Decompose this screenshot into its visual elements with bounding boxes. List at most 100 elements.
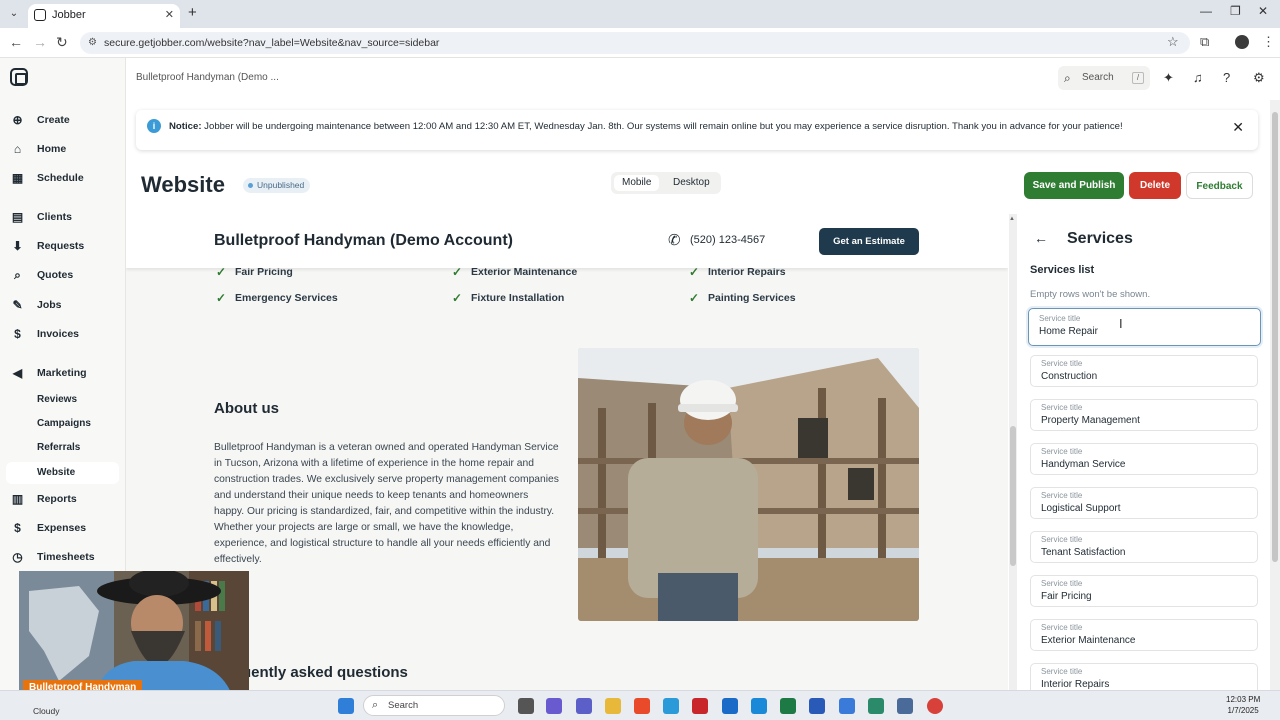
profile-avatar[interactable] bbox=[1235, 35, 1249, 49]
mobile-view-button[interactable]: Mobile bbox=[614, 175, 660, 191]
preview-scrollbar[interactable]: ▲ bbox=[1009, 214, 1017, 690]
service-title-field[interactable]: Service title Property Management bbox=[1030, 399, 1258, 431]
sidebar-item-reports[interactable]: ▥ Reports bbox=[0, 487, 124, 511]
sidebar-item-marketing[interactable]: ◀ Marketing bbox=[0, 361, 124, 385]
service-item: Fixture Installation bbox=[450, 291, 564, 305]
service-title-field[interactable]: Service title Logistical Support bbox=[1030, 487, 1258, 519]
service-title-field[interactable]: Service title Exterior Maintenance bbox=[1030, 619, 1258, 651]
save-publish-button[interactable]: Save and Publish bbox=[1024, 172, 1124, 199]
task-view-icon[interactable] bbox=[518, 698, 534, 714]
field-label: Service title bbox=[1039, 314, 1081, 323]
service-title-field[interactable]: Service title Home Repair bbox=[1028, 308, 1261, 346]
delete-button[interactable]: Delete bbox=[1129, 172, 1181, 199]
copilot-icon[interactable] bbox=[546, 698, 562, 714]
system-clock[interactable]: 12:03 PM 1/7/2025 bbox=[1226, 694, 1260, 716]
sidebar-item-home[interactable]: ⌂ Home bbox=[0, 137, 124, 161]
taskbar-search[interactable]: ⌕ Search bbox=[363, 695, 505, 716]
preview-phone: ✆ (520) 123-4567 bbox=[668, 232, 765, 249]
reload-icon[interactable]: ↻ bbox=[56, 34, 68, 51]
scroll-up-icon[interactable]: ▲ bbox=[1009, 216, 1015, 222]
minimize-icon[interactable]: — bbox=[1200, 4, 1212, 18]
help-icon[interactable]: ? bbox=[1223, 70, 1230, 85]
search-placeholder: Search bbox=[1082, 72, 1114, 83]
sidebar-subitem-website[interactable]: Website bbox=[6, 462, 119, 484]
sidebar-subitem-referrals[interactable]: Referrals bbox=[6, 437, 119, 459]
weather-label[interactable]: Cloudy bbox=[33, 706, 59, 716]
close-icon[interactable]: ✕ bbox=[1232, 110, 1244, 144]
clock-icon: ◷ bbox=[12, 550, 23, 564]
expenses-icon: $ bbox=[14, 521, 21, 535]
field-value: Handyman Service bbox=[1041, 459, 1126, 470]
bookmark-star-icon[interactable]: ☆ bbox=[1167, 34, 1179, 50]
sidebar-subitem-reviews[interactable]: Reviews bbox=[6, 389, 119, 411]
word-icon[interactable] bbox=[809, 698, 825, 714]
service-title-field[interactable]: Service title Fair Pricing bbox=[1030, 575, 1258, 607]
service-title-field[interactable]: Service title Construction bbox=[1030, 355, 1258, 387]
tab-title: Jobber bbox=[52, 9, 86, 21]
website-preview[interactable]: Bulletproof Handyman (Demo Account) ✆ (5… bbox=[126, 214, 1008, 690]
sidebar-item-create[interactable]: ⊕ Create bbox=[0, 108, 124, 132]
invoice-icon: $ bbox=[14, 327, 21, 341]
search-input[interactable]: ⌕ Search / bbox=[1058, 66, 1150, 90]
extensions-icon[interactable]: ⧉ bbox=[1200, 34, 1209, 50]
sidebar-item-timesheets[interactable]: ◷ Timesheets bbox=[0, 545, 124, 569]
sidebar-item-requests[interactable]: ⬇ Requests bbox=[0, 234, 124, 258]
sidebar-item-label: Schedule bbox=[37, 172, 84, 184]
security-app-icon[interactable] bbox=[692, 698, 708, 714]
text-cursor-icon: I bbox=[1119, 316, 1123, 331]
app-icon[interactable] bbox=[897, 698, 913, 714]
new-tab-icon[interactable]: + bbox=[188, 4, 197, 21]
browser-menu-icon[interactable]: ⋮ bbox=[1262, 34, 1275, 50]
get-estimate-button[interactable]: Get an Estimate bbox=[819, 228, 919, 255]
tab-search-icon[interactable]: ⌄ bbox=[6, 6, 22, 22]
field-value: Fair Pricing bbox=[1041, 591, 1092, 602]
scrollbar-thumb[interactable] bbox=[1272, 112, 1278, 562]
sidebar-subitem-campaigns[interactable]: Campaigns bbox=[6, 413, 119, 435]
back-arrow-icon[interactable]: ← bbox=[1034, 230, 1048, 246]
service-title-field[interactable]: Service title Tenant Satisfaction bbox=[1030, 531, 1258, 563]
megaphone-icon: ◀ bbox=[12, 366, 23, 380]
sidebar-item-expenses[interactable]: $ Expenses bbox=[0, 516, 124, 540]
forward-icon[interactable]: → bbox=[33, 34, 47, 50]
maintenance-notice: i Notice: Jobber will be undergoing main… bbox=[136, 110, 1258, 150]
sidebar-item-jobs[interactable]: ✎ Jobs bbox=[0, 293, 124, 317]
quotes-icon: ⌕ bbox=[14, 268, 21, 282]
file-explorer-icon[interactable] bbox=[605, 698, 621, 714]
restore-icon[interactable]: ❐ bbox=[1230, 4, 1241, 18]
account-name[interactable]: Bulletproof Handyman (Demo ... bbox=[136, 72, 279, 83]
sidebar-item-schedule[interactable]: ▦ Schedule bbox=[0, 166, 124, 190]
field-label: Service title bbox=[1041, 403, 1083, 412]
store-icon[interactable] bbox=[722, 698, 738, 714]
back-icon[interactable]: ← bbox=[9, 34, 23, 50]
app-icon[interactable] bbox=[839, 698, 855, 714]
service-title-field[interactable]: Service title Interior Repairs bbox=[1030, 663, 1258, 690]
bell-icon[interactable]: ♫ bbox=[1193, 70, 1203, 85]
sidebar-item-invoices[interactable]: $ Invoices bbox=[0, 322, 124, 346]
sidebar-item-quotes[interactable]: ⌕ Quotes bbox=[0, 263, 124, 287]
browser-tab[interactable]: Jobber ✕ bbox=[28, 4, 180, 28]
desktop-view-button[interactable]: Desktop bbox=[665, 175, 718, 191]
url-field[interactable]: ⚙ secure.getjobber.com/website?nav_label… bbox=[80, 32, 1190, 54]
app-icon[interactable] bbox=[634, 698, 650, 714]
notice-text: Jobber will be undergoing maintenance be… bbox=[201, 121, 1123, 132]
start-menu-icon[interactable] bbox=[338, 698, 354, 714]
ai-sparkle-icon[interactable]: ✦ bbox=[1163, 70, 1174, 86]
app-icon[interactable] bbox=[868, 698, 884, 714]
scrollbar-thumb[interactable] bbox=[1010, 426, 1016, 566]
teams-icon[interactable] bbox=[576, 698, 592, 714]
info-icon: i bbox=[147, 119, 161, 133]
app-icon[interactable] bbox=[663, 698, 679, 714]
feedback-button[interactable]: Feedback bbox=[1186, 172, 1253, 199]
window-close-icon[interactable]: ✕ bbox=[1258, 4, 1268, 18]
edge-icon[interactable] bbox=[751, 698, 767, 714]
service-title-field[interactable]: Service title Handyman Service bbox=[1030, 443, 1258, 475]
chrome-icon[interactable] bbox=[927, 698, 943, 714]
page-scrollbar[interactable] bbox=[1270, 100, 1280, 690]
excel-icon[interactable] bbox=[780, 698, 796, 714]
services-list-heading: Services list bbox=[1030, 264, 1095, 276]
jobber-logo-icon[interactable] bbox=[10, 68, 28, 86]
sidebar-item-clients[interactable]: ▤ Clients bbox=[0, 205, 124, 229]
gear-icon[interactable]: ⚙ bbox=[1253, 70, 1265, 86]
tab-close-icon[interactable]: ✕ bbox=[165, 4, 174, 26]
site-info-icon[interactable]: ⚙ bbox=[88, 32, 97, 54]
